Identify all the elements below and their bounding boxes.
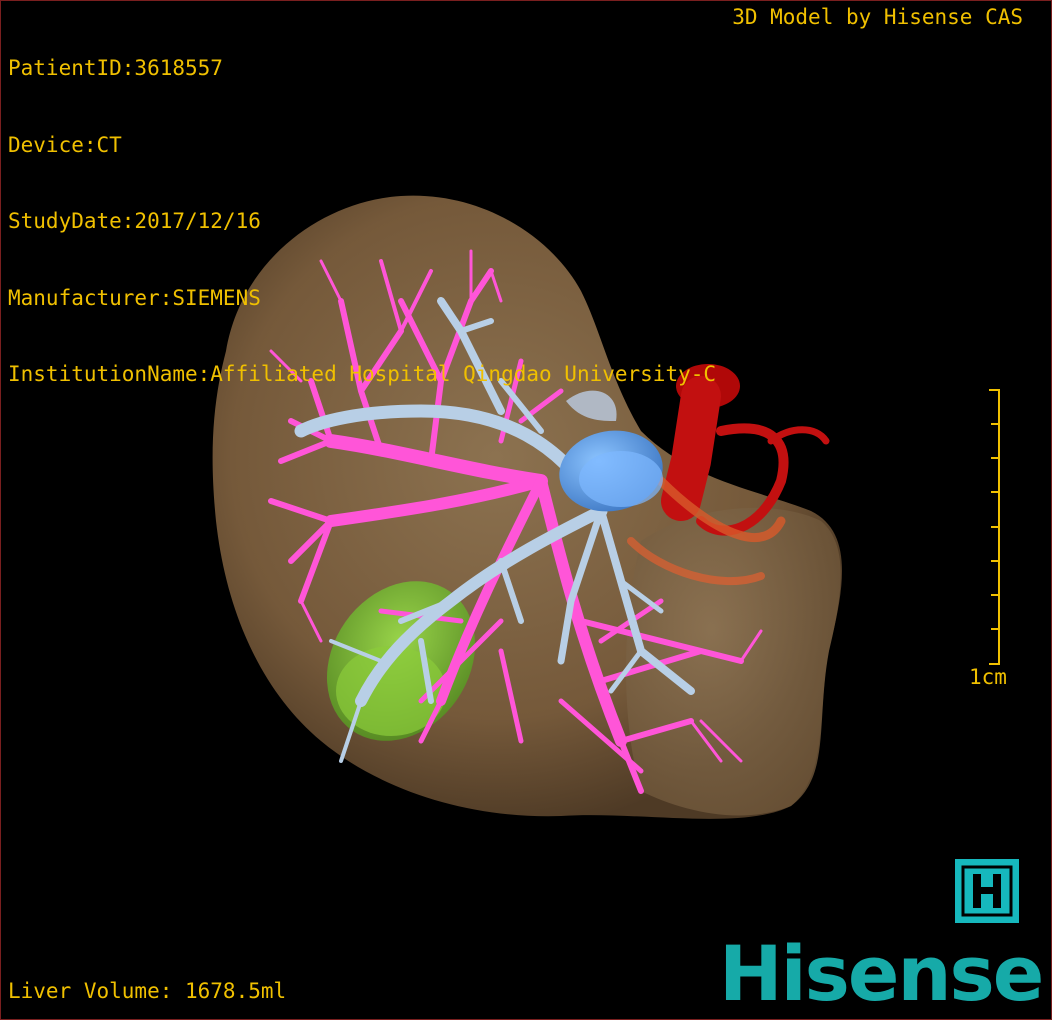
patient-id: PatientID:3618557 [8,56,223,80]
scale-bar [989,389,1000,665]
institution-name: InstitutionName:Affiliated Hospital Qing… [8,362,717,386]
3d-viewport[interactable]: PatientID:3618557 Device:CT StudyDate:20… [0,0,1052,1020]
study-date: StudyDate:2017/12/16 [8,209,261,233]
hisense-logo-icon [955,859,1019,923]
dicom-info-overlay: PatientID:3618557 Device:CT StudyDate:20… [8,5,716,439]
device: Device:CT [8,132,122,157]
hisense-wordmark: Hisense [719,929,1044,1018]
h-letter-icon [961,865,1013,917]
model-credit: 3D Model by Hisense CAS [732,5,1023,29]
scale-bar-label: 1cm [969,665,1007,689]
liver-volume: Liver Volume: 1678.5ml [8,979,287,1003]
manufacturer: Manufacturer:SIEMENS [8,285,261,310]
